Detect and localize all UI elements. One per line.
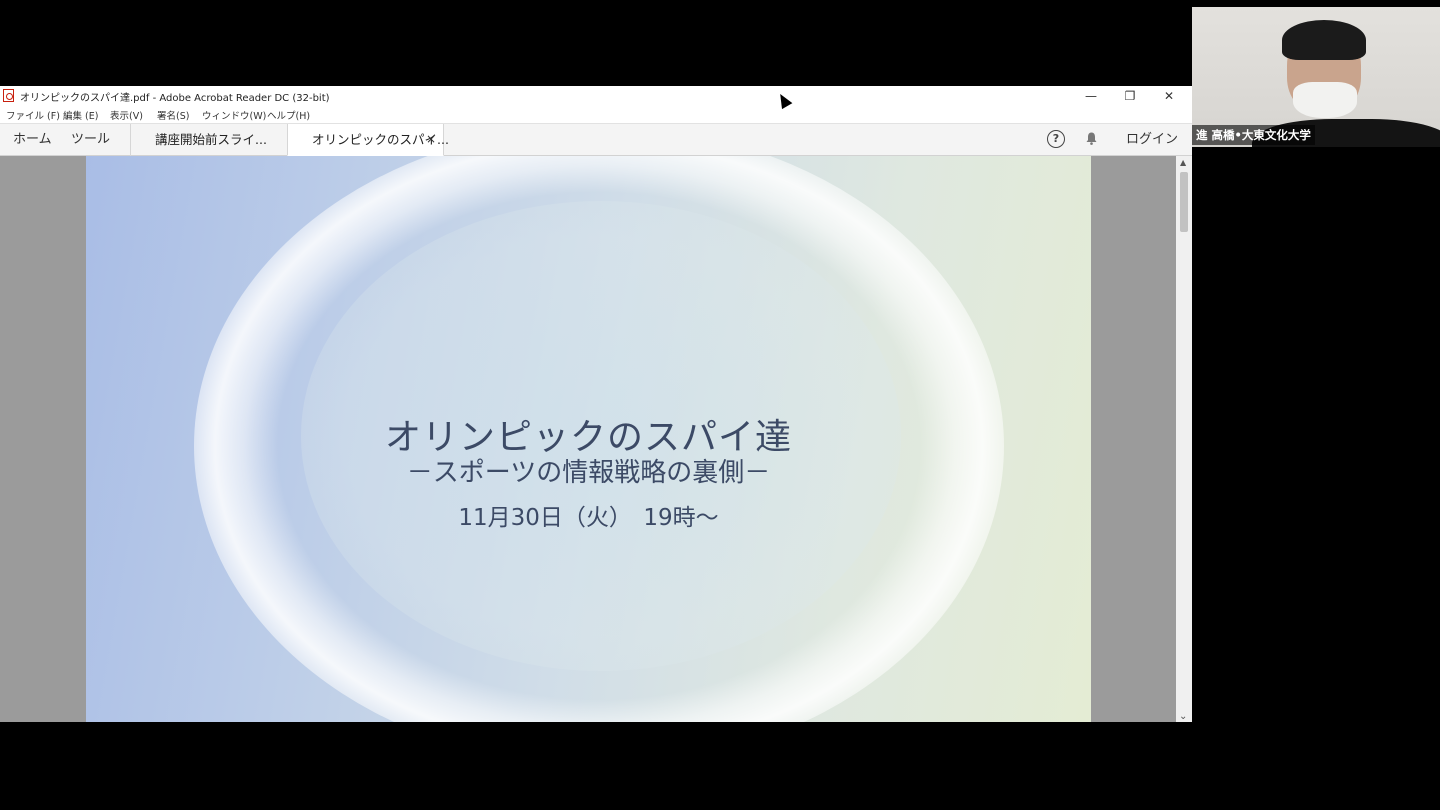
menu-bar: ファイル (F) 編集 (E) 表示(V) 署名(S) ウィンドウ(W) ヘルプ…	[0, 106, 1192, 123]
tab-bar: ホーム ツール 講座開始前スライ... オリンピックのスパイ... × ? ログ…	[0, 123, 1192, 156]
close-tab-icon[interactable]: ×	[426, 124, 436, 155]
scroll-up-icon[interactable]: ▲	[1180, 158, 1186, 167]
webcam-face-mask	[1293, 82, 1357, 118]
help-icon[interactable]: ?	[1047, 130, 1065, 148]
webcam-person-hair	[1282, 20, 1366, 60]
scroll-thumb[interactable]	[1180, 172, 1188, 232]
title-bar[interactable]: オリンピックのスパイ達.pdf - Adobe Acrobat Reader D…	[0, 86, 1192, 106]
slide-page: オリンピックのスパイ達 －スポーツの情報戦略の裏側－ 11月30日（火） 19時…	[86, 156, 1091, 722]
menu-window[interactable]: ウィンドウ(W)	[202, 108, 266, 122]
menu-help[interactable]: ヘルプ(H)	[267, 108, 310, 122]
document-tab-olympic-spies[interactable]: オリンピックのスパイ... ×	[287, 124, 449, 156]
menu-file[interactable]: ファイル (F)	[6, 108, 60, 122]
document-tab-label: 講座開始前スライ...	[155, 132, 267, 147]
tab-tools[interactable]: ツール	[71, 124, 110, 155]
tab-home[interactable]: ホーム	[13, 124, 52, 155]
menu-view[interactable]: 表示(V)	[110, 108, 143, 122]
restore-button[interactable]: ❐	[1111, 86, 1149, 106]
slide-date: 11月30日（火） 19時～	[458, 505, 719, 531]
minimize-button[interactable]: —	[1072, 86, 1110, 106]
bell-icon[interactable]	[1085, 132, 1098, 145]
login-button[interactable]: ログイン	[1126, 124, 1178, 155]
menu-sign[interactable]: 署名(S)	[157, 108, 189, 122]
document-tab-pre-lecture[interactable]: 講座開始前スライ...	[130, 124, 288, 156]
document-viewer[interactable]: オリンピックのスパイ達 －スポーツの情報戦略の裏側－ 11月30日（火） 19時…	[0, 156, 1176, 722]
acrobat-window: オリンピックのスパイ達.pdf - Adobe Acrobat Reader D…	[0, 86, 1192, 722]
pdf-icon	[3, 89, 14, 102]
webcam-tile: 進 高橋•大東文化大学	[1192, 7, 1440, 147]
menu-edit[interactable]: 編集 (E)	[63, 108, 98, 122]
window-title: オリンピックのスパイ達.pdf - Adobe Acrobat Reader D…	[20, 93, 330, 104]
vertical-scrollbar[interactable]: ▲ ⌄	[1176, 156, 1192, 722]
close-button[interactable]: ✕	[1150, 86, 1188, 106]
scroll-down-icon[interactable]: ⌄	[1179, 711, 1187, 722]
participant-name-label: 進 高橋•大東文化大学	[1192, 125, 1315, 145]
slide-subtitle: －スポーツの情報戦略の裏側－	[406, 458, 771, 488]
